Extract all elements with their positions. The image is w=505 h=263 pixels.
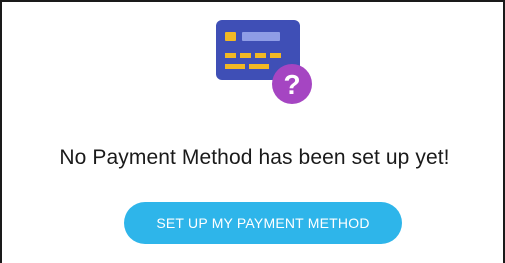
svg-text:?: ? bbox=[283, 69, 300, 100]
credit-card-question-icon: ? bbox=[216, 20, 312, 104]
empty-state-panel: ? No Payment Method has been set up yet!… bbox=[0, 0, 505, 263]
empty-state-message: No Payment Method has been set up yet! bbox=[59, 146, 450, 169]
set-up-payment-method-button[interactable]: SET UP MY PAYMENT METHOD bbox=[124, 202, 402, 244]
